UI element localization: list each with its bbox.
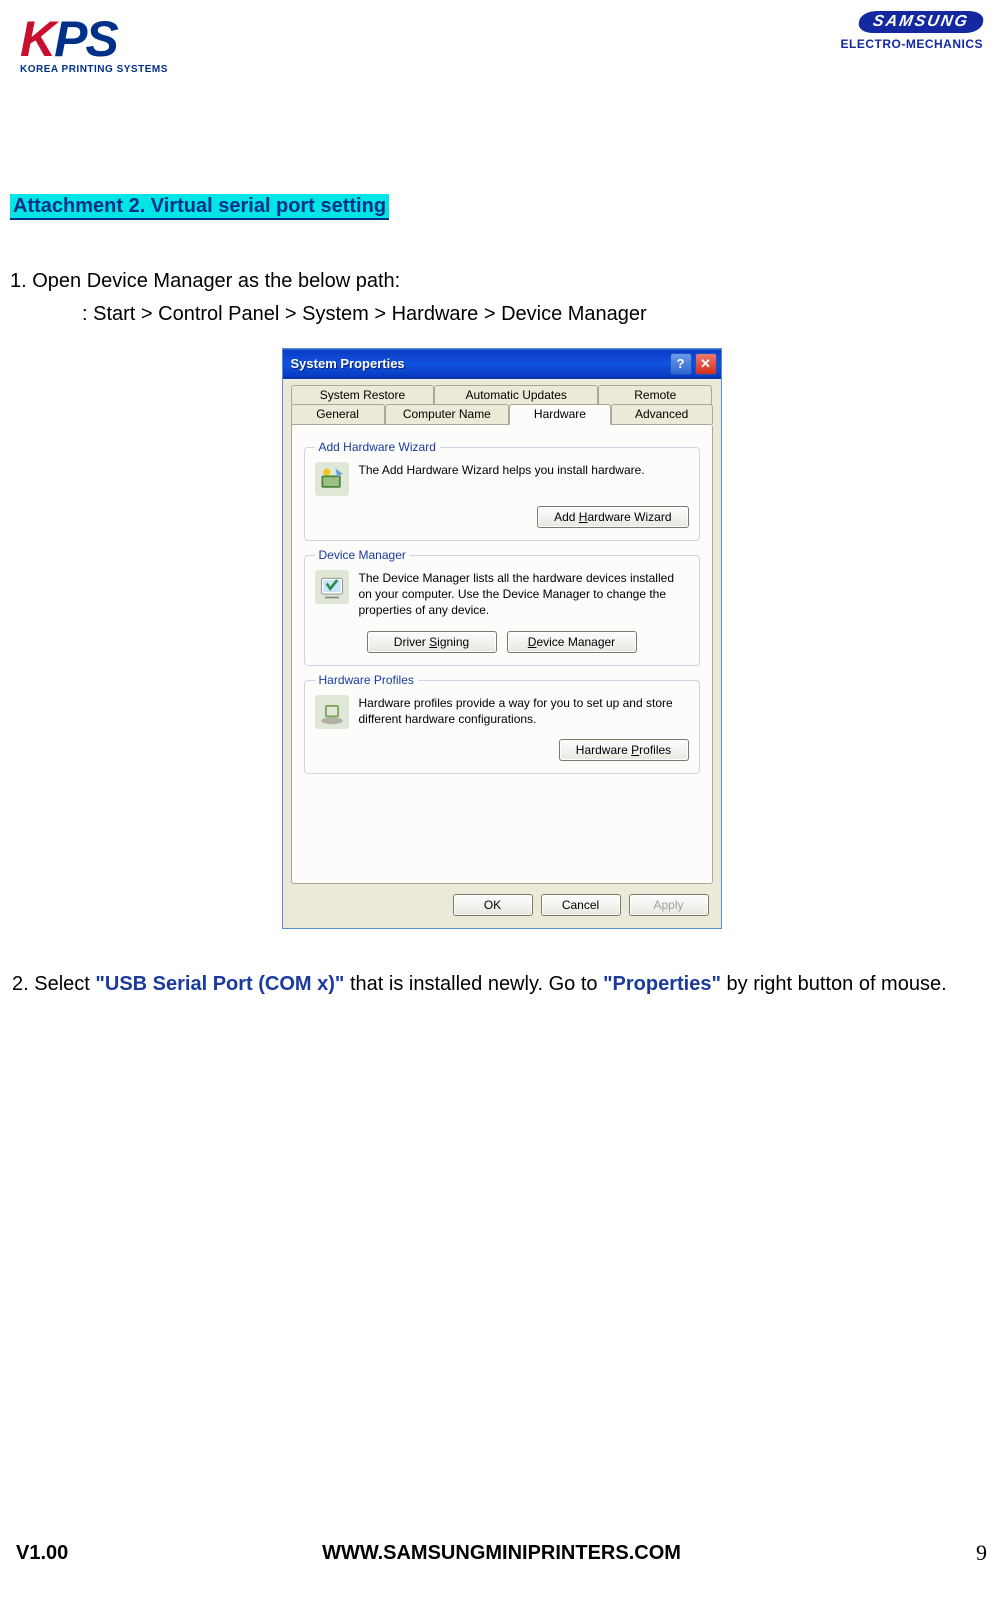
group-text: Hardware profiles provide a way for you …	[359, 695, 689, 727]
attachment-title: Attachment 2. Virtual serial port settin…	[10, 195, 993, 218]
cancel-button[interactable]: Cancel	[541, 894, 621, 916]
logo-letter-k: K	[20, 10, 54, 68]
device-manager-group: Device Manager The Device Manager lists …	[304, 555, 700, 666]
add-hardware-wizard-button[interactable]: Add Hardware Wizard	[537, 506, 688, 528]
samsung-subtitle: ELECTRO-MECHANICS	[841, 37, 984, 51]
hardware-tab-content: Add Hardware Wizard The Add Hardware Wiz…	[291, 424, 713, 884]
dialog-tabs: System Restore Automatic Updates Remote …	[283, 379, 721, 884]
tab-general[interactable]: General	[291, 404, 385, 424]
document-header: K P S KOREA PRINTING SYSTEMS SAMSUNG ELE…	[10, 0, 993, 75]
device-manager-icon	[315, 570, 349, 604]
hardware-profiles-button[interactable]: Hardware Profiles	[559, 739, 689, 761]
dialog-titlebar: System Properties ? ✕	[283, 349, 721, 379]
logo-letter-s: S	[85, 10, 116, 68]
tab-system-restore[interactable]: System Restore	[291, 385, 435, 405]
group-text: The Add Hardware Wizard helps you instal…	[359, 462, 689, 478]
tab-remote[interactable]: Remote	[598, 385, 712, 405]
samsung-wordmark: SAMSUNG	[857, 11, 985, 33]
add-hardware-wizard-group: Add Hardware Wizard The Add Hardware Wiz…	[304, 447, 700, 541]
group-legend: Add Hardware Wizard	[315, 440, 440, 454]
logo-letter-p: P	[54, 10, 85, 68]
system-properties-screenshot: System Properties ? ✕ System Restore Aut…	[10, 348, 993, 929]
device-manager-button[interactable]: Device Manager	[507, 631, 637, 653]
ok-button[interactable]: OK	[453, 894, 533, 916]
tab-advanced[interactable]: Advanced	[611, 404, 713, 424]
close-button[interactable]: ✕	[695, 353, 717, 375]
footer-url: WWW.SAMSUNGMINIPRINTERS.COM	[322, 1542, 681, 1565]
group-legend: Hardware Profiles	[315, 673, 418, 687]
kps-logo: K P S KOREA PRINTING SYSTEMS	[20, 10, 200, 75]
step-1-text: 1. Open Device Manager as the below path…	[10, 270, 993, 293]
driver-signing-button[interactable]: Driver Signing	[367, 631, 497, 653]
hardware-profiles-group: Hardware Profiles Hardware profiles prov…	[304, 680, 700, 774]
group-legend: Device Manager	[315, 548, 410, 562]
step-1-path: : Start > Control Panel > System > Hardw…	[82, 303, 993, 326]
hardware-wizard-icon	[315, 462, 349, 496]
properties-text: "Properties"	[603, 973, 721, 995]
tab-automatic-updates[interactable]: Automatic Updates	[434, 385, 598, 405]
tab-hardware[interactable]: Hardware	[509, 404, 611, 425]
dialog-title: System Properties	[291, 356, 405, 371]
dialog-button-row: OK Cancel Apply	[283, 884, 721, 928]
group-text: The Device Manager lists all the hardwar…	[359, 570, 689, 619]
tab-computer-name[interactable]: Computer Name	[385, 404, 509, 424]
help-button[interactable]: ?	[670, 353, 692, 375]
samsung-logo: SAMSUNG ELECTRO-MECHANICS	[841, 10, 984, 51]
usb-serial-port-text: "USB Serial Port (COM x)"	[95, 973, 344, 995]
page-footer: V1.00 WWW.SAMSUNGMINIPRINTERS.COM 9	[0, 1540, 1003, 1566]
page-number: 9	[976, 1540, 987, 1566]
kps-logo-subtitle: KOREA PRINTING SYSTEMS	[20, 64, 200, 75]
version-label: V1.00	[16, 1542, 68, 1565]
apply-button[interactable]: Apply	[629, 894, 709, 916]
step-2-text: 2. Select "USB Serial Port (COM x)" that…	[10, 973, 993, 996]
hardware-profiles-icon	[315, 695, 349, 729]
system-properties-dialog: System Properties ? ✕ System Restore Aut…	[282, 348, 722, 929]
